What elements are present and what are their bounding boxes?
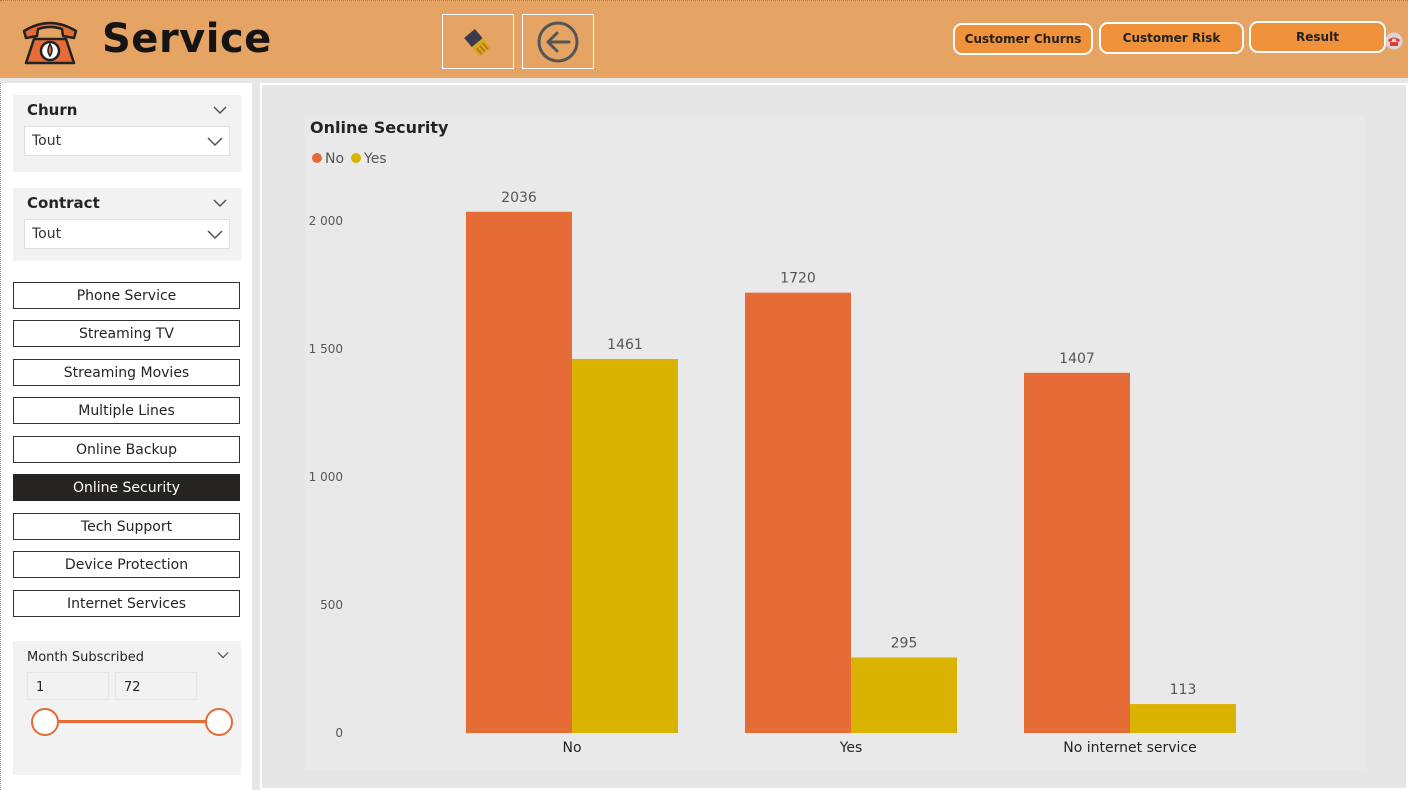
chevron-down-icon[interactable]	[213, 105, 227, 115]
x-tick-label: No internet service	[1063, 740, 1196, 756]
data-label: 1461	[607, 337, 643, 353]
data-label: 1407	[1059, 351, 1095, 367]
range-max-input[interactable]: 72	[115, 672, 197, 700]
y-tick-label: 1 500	[309, 342, 343, 356]
bar-no-0	[466, 211, 572, 733]
legend-marker-yes	[351, 153, 361, 163]
multiple-lines-button[interactable]: Multiple Lines	[13, 397, 240, 424]
bar-yes-2	[1130, 704, 1236, 733]
chevron-down-icon[interactable]	[213, 198, 227, 208]
bar-no-1	[745, 292, 851, 733]
phone-icon	[22, 21, 78, 65]
bar-yes-1	[851, 657, 957, 733]
page-title: Service	[102, 16, 272, 62]
back-arrow-icon	[537, 21, 579, 62]
contract-dropdown[interactable]: Tout	[24, 219, 230, 249]
range-min-handle[interactable]	[31, 708, 59, 736]
range-max-handle[interactable]	[205, 708, 233, 736]
range-track	[45, 720, 219, 723]
tech-support-button[interactable]: Tech Support	[13, 513, 240, 540]
legend-label-yes: Yes	[363, 151, 387, 167]
phone-mini-icon	[1385, 32, 1403, 50]
y-tick-label: 1 000	[309, 470, 343, 484]
x-tick-label: Yes	[839, 740, 863, 756]
back-button[interactable]	[522, 14, 594, 69]
churn-slicer-title: Churn	[27, 101, 78, 119]
month-slicer-title: Month Subscribed	[27, 650, 144, 665]
chart-title: Online Security	[310, 118, 449, 137]
range-min-input[interactable]: 1	[27, 672, 109, 700]
contract-slicer: Contract Tout	[13, 188, 241, 261]
filter-panel: Churn Tout Contract Tout Phone Service S…	[0, 83, 252, 790]
bar-yes-0	[572, 358, 678, 733]
online-backup-button[interactable]: Online Backup	[13, 436, 240, 463]
device-protection-button[interactable]: Device Protection	[13, 551, 240, 578]
clear-filters-button[interactable]	[442, 14, 514, 69]
data-label: 1720	[780, 271, 816, 287]
data-label: 2036	[501, 190, 537, 206]
chevron-down-icon[interactable]	[217, 650, 229, 660]
customer-risk-button[interactable]: Customer Risk	[1099, 22, 1244, 54]
churn-dropdown[interactable]: Tout	[24, 126, 230, 156]
phone-service-button[interactable]: Phone Service	[13, 282, 240, 309]
data-label: 113	[1170, 682, 1197, 698]
bar-no-2	[1024, 372, 1130, 733]
legend-marker-no	[312, 153, 322, 163]
y-tick-label: 500	[320, 598, 343, 612]
data-label: 295	[891, 635, 918, 651]
churn-dropdown-value: Tout	[32, 133, 62, 149]
header-bar: Service Customer Churns Customer Risk Re…	[0, 0, 1408, 78]
legend-label-no: No	[325, 151, 344, 167]
y-tick-label: 2 000	[309, 214, 343, 228]
online-security-chart: Online Security No Yes 0 500 1 000 1 500 2 000 2…	[309, 118, 1236, 756]
chevron-down-icon	[207, 137, 223, 146]
month-subscribed-slicer: Month Subscribed 1 72	[13, 641, 241, 775]
customer-churns-button[interactable]: Customer Churns	[953, 23, 1093, 55]
result-button[interactable]: Result	[1249, 21, 1386, 53]
y-tick-label: 0	[335, 726, 343, 740]
streaming-movies-button[interactable]: Streaming Movies	[13, 359, 240, 386]
contract-dropdown-value: Tout	[32, 226, 62, 242]
chevron-down-icon	[207, 230, 223, 239]
streaming-tv-button[interactable]: Streaming TV	[13, 320, 240, 347]
churn-slicer: Churn Tout	[13, 95, 241, 172]
contract-slicer-title: Contract	[27, 194, 100, 212]
internet-services-button[interactable]: Internet Services	[13, 590, 240, 617]
x-tick-label: No	[562, 740, 581, 756]
eraser-icon	[464, 28, 491, 56]
online-security-button[interactable]: Online Security	[13, 474, 240, 501]
